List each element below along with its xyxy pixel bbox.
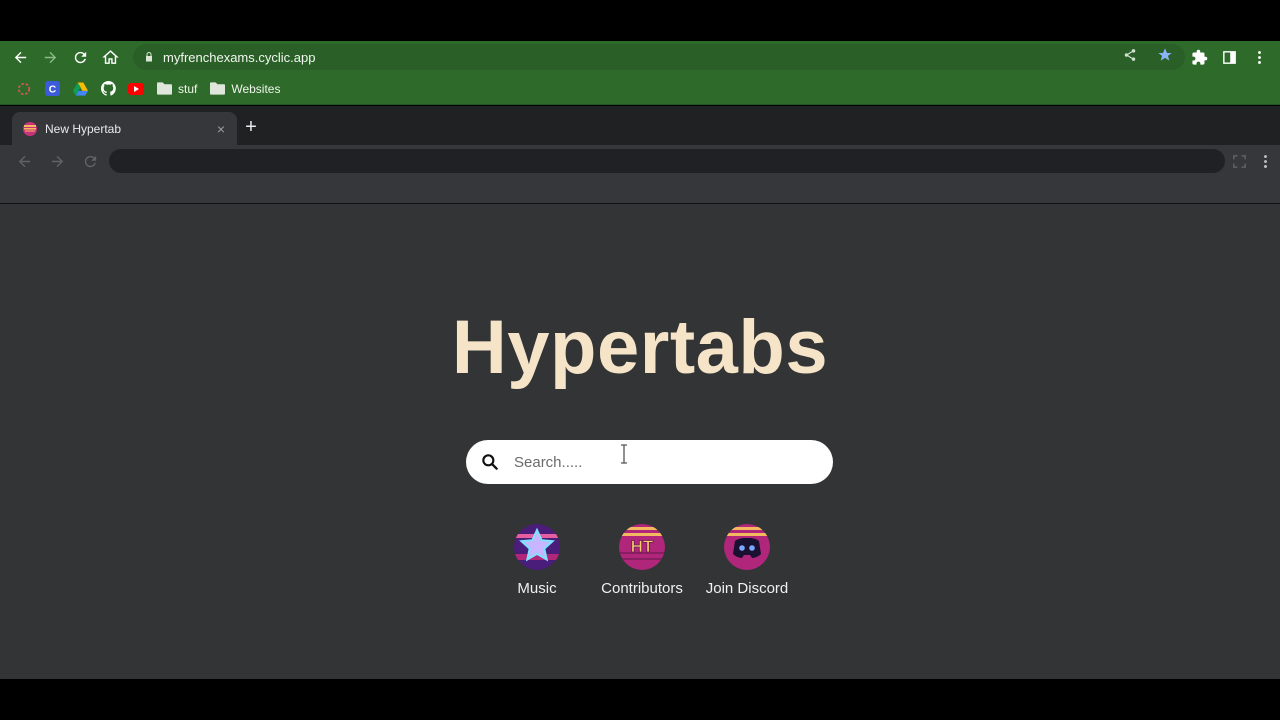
hypertabs-favicon-icon <box>23 121 37 136</box>
bookmark-item[interactable]: C <box>38 77 66 101</box>
bookmarks-bar: C stuf Websites <box>0 73 1280 105</box>
inner-back-icon[interactable] <box>8 145 41 177</box>
search-box[interactable] <box>466 440 833 484</box>
shortcut-contributors[interactable]: HT Contributors <box>592 524 692 597</box>
bookmark-folder-websites[interactable]: Websites <box>203 77 286 101</box>
browser-toolbar: myfrenchexams.cyclic.app <box>0 41 1280 73</box>
menu-kebab-icon[interactable] <box>1244 42 1274 72</box>
address-bar[interactable]: myfrenchexams.cyclic.app <box>133 44 1185 70</box>
c-logo-icon: C <box>44 81 60 97</box>
google-drive-icon <box>72 81 88 97</box>
lock-icon <box>146 52 152 62</box>
bookmark-item[interactable] <box>10 77 38 101</box>
shortcut-label: Contributors <box>601 580 683 597</box>
circle-icon <box>16 81 32 97</box>
fullscreen-icon[interactable] <box>1223 145 1256 177</box>
shortcut-label: Music <box>517 580 557 597</box>
ht-logo-icon: HT <box>619 524 665 570</box>
shortcut-join-discord[interactable]: Join Discord <box>697 524 797 597</box>
tab-new-hypertab[interactable]: New Hypertab × <box>12 112 237 145</box>
star-icon <box>514 524 560 570</box>
share-icon[interactable] <box>1123 48 1137 62</box>
bookmark-item[interactable] <box>94 77 122 101</box>
inner-tab-strip: New Hypertab × + <box>0 106 1280 145</box>
inner-reload-icon[interactable] <box>74 145 107 177</box>
bookmark-label: stuf <box>178 81 198 96</box>
folder-icon <box>156 81 172 97</box>
home-icon[interactable] <box>95 42 125 72</box>
svg-text:HT: HT <box>631 537 654 556</box>
search-input[interactable] <box>514 453 814 471</box>
hypertabs-page: Hypertabs Music <box>0 204 1280 679</box>
side-panel-icon[interactable] <box>1214 42 1244 72</box>
discord-icon <box>724 524 770 570</box>
brand-title: Hypertabs <box>451 305 829 390</box>
inner-address-bar[interactable] <box>109 149 1225 173</box>
folder-icon <box>209 81 225 97</box>
back-icon[interactable] <box>5 42 35 72</box>
bookmark-star-icon[interactable] <box>1157 47 1173 63</box>
url-text: myfrenchexams.cyclic.app <box>163 49 316 65</box>
shortcut-label: Join Discord <box>705 580 789 597</box>
letterbox-bottom <box>0 679 1280 720</box>
bookmark-folder-stuf[interactable]: stuf <box>150 77 203 101</box>
inner-toolbar <box>0 145 1280 177</box>
close-tab-icon[interactable]: × <box>213 121 229 137</box>
bookmark-label: Websites <box>231 81 281 96</box>
svg-text:C: C <box>48 84 56 95</box>
bookmark-item[interactable] <box>122 77 150 101</box>
forward-icon[interactable] <box>35 42 65 72</box>
inner-toolbar-spacer <box>0 177 1280 204</box>
reload-icon[interactable] <box>65 42 95 72</box>
letterbox-top <box>0 0 1280 41</box>
youtube-icon <box>128 81 144 97</box>
shortcut-music[interactable]: Music <box>487 524 587 597</box>
new-tab-button[interactable]: + <box>241 116 261 138</box>
inner-forward-icon[interactable] <box>41 145 74 177</box>
inner-menu-kebab-icon[interactable] <box>1256 145 1274 177</box>
extensions-icon[interactable] <box>1184 42 1214 72</box>
github-icon <box>100 81 116 97</box>
tab-title: New Hypertab <box>45 121 122 136</box>
search-icon <box>482 454 498 470</box>
text-cursor-icon <box>621 444 627 464</box>
bookmark-item[interactable] <box>66 77 94 101</box>
